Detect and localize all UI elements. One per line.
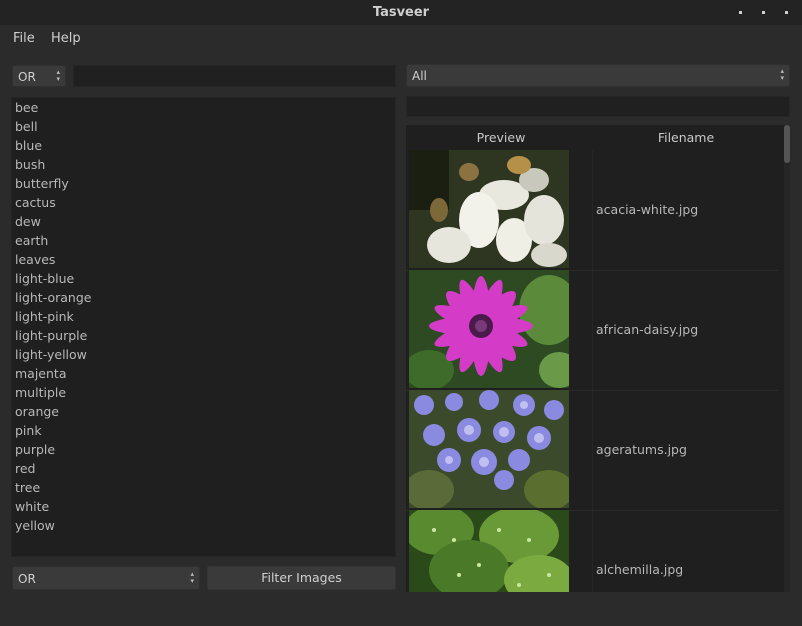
tag-list-item[interactable]: bell	[15, 119, 38, 134]
filter-operator-value: OR	[18, 572, 36, 586]
window-title: Tasveer	[372, 5, 430, 20]
tag-list-item[interactable]: purple	[15, 442, 55, 457]
menu-bar: File Help	[0, 25, 802, 51]
tag-list-item[interactable]: blue	[15, 138, 42, 153]
table-row[interactable]: acacia-white.jpg	[406, 150, 778, 271]
column-header-preview[interactable]: Preview	[446, 130, 556, 145]
tag-list-item[interactable]: earth	[15, 233, 48, 248]
preview-image-blue-ageratum	[409, 390, 569, 508]
spin-arrows-icon: ▴ ▾	[56, 68, 60, 83]
table-row[interactable]: alchemilla.jpg	[406, 510, 778, 592]
table-scrollbar[interactable]	[784, 125, 790, 592]
filename-cell: acacia-white.jpg	[596, 202, 699, 217]
filter-images-button[interactable]: Filter Images	[207, 566, 396, 590]
table-row[interactable]: ageratums.jpg	[406, 390, 778, 511]
preview-image-purple-daisy	[409, 270, 569, 388]
menu-help[interactable]: Help	[51, 31, 81, 46]
tag-operator-select[interactable]: OR ▴ ▾	[12, 65, 66, 87]
tag-list-item[interactable]: pink	[15, 423, 42, 438]
preview-image-white-flowers	[409, 150, 569, 268]
tag-list-item[interactable]: light-yellow	[15, 347, 87, 362]
filename-cell: alchemilla.jpg	[596, 562, 684, 577]
tag-operator-value: OR	[18, 70, 36, 84]
close-button[interactable]	[785, 11, 788, 14]
tag-list-item[interactable]: light-purple	[15, 328, 87, 343]
column-header-filename[interactable]: Filename	[631, 130, 741, 145]
tag-list-item[interactable]: tree	[15, 480, 40, 495]
tag-list-item[interactable]: cactus	[15, 195, 56, 210]
filename-cell: ageratums.jpg	[596, 442, 687, 457]
tag-list-item[interactable]: majenta	[15, 366, 66, 381]
preview-image-green-leaves-dew	[409, 510, 569, 592]
filename-cell: african-daisy.jpg	[596, 322, 699, 337]
tag-list-item[interactable]: red	[15, 461, 36, 476]
tag-list-item[interactable]: bush	[15, 157, 45, 172]
tag-list-item[interactable]: dew	[15, 214, 41, 229]
tag-list-item[interactable]: butterfly	[15, 176, 69, 191]
tag-search-input[interactable]	[73, 65, 396, 87]
table-scrollbar-thumb[interactable]	[784, 125, 790, 163]
tag-list-item[interactable]: light-blue	[15, 271, 74, 286]
maximize-button[interactable]	[762, 11, 765, 14]
tag-list-item[interactable]: white	[15, 499, 49, 514]
category-value: All	[412, 69, 427, 83]
menu-file[interactable]: File	[13, 31, 35, 46]
spin-arrows-icon: ▴ ▾	[190, 570, 194, 585]
path-input[interactable]	[406, 96, 790, 117]
tag-list-item[interactable]: multiple	[15, 385, 66, 400]
tag-list[interactable]: bee bell blue bush butterfly cactus dew earth le…	[11, 97, 396, 557]
tag-list-item[interactable]: light-pink	[15, 309, 74, 324]
filter-operator-select[interactable]: OR ▴ ▾	[12, 566, 200, 590]
tag-list-item[interactable]: leaves	[15, 252, 55, 267]
title-bar: Tasveer	[0, 0, 802, 25]
minimize-button[interactable]	[739, 11, 742, 14]
tag-list-item[interactable]: light-orange	[15, 290, 91, 305]
image-table: Preview Filename acacia-white.jpg africa…	[406, 125, 784, 592]
spin-arrows-icon: ▴ ▾	[780, 67, 784, 82]
tag-list-item[interactable]: orange	[15, 404, 59, 419]
tag-list-item[interactable]: bee	[15, 100, 38, 115]
category-select[interactable]: All ▴ ▾	[406, 64, 790, 87]
table-row[interactable]: african-daisy.jpg	[406, 270, 778, 391]
tag-list-item[interactable]: yellow	[15, 518, 55, 533]
